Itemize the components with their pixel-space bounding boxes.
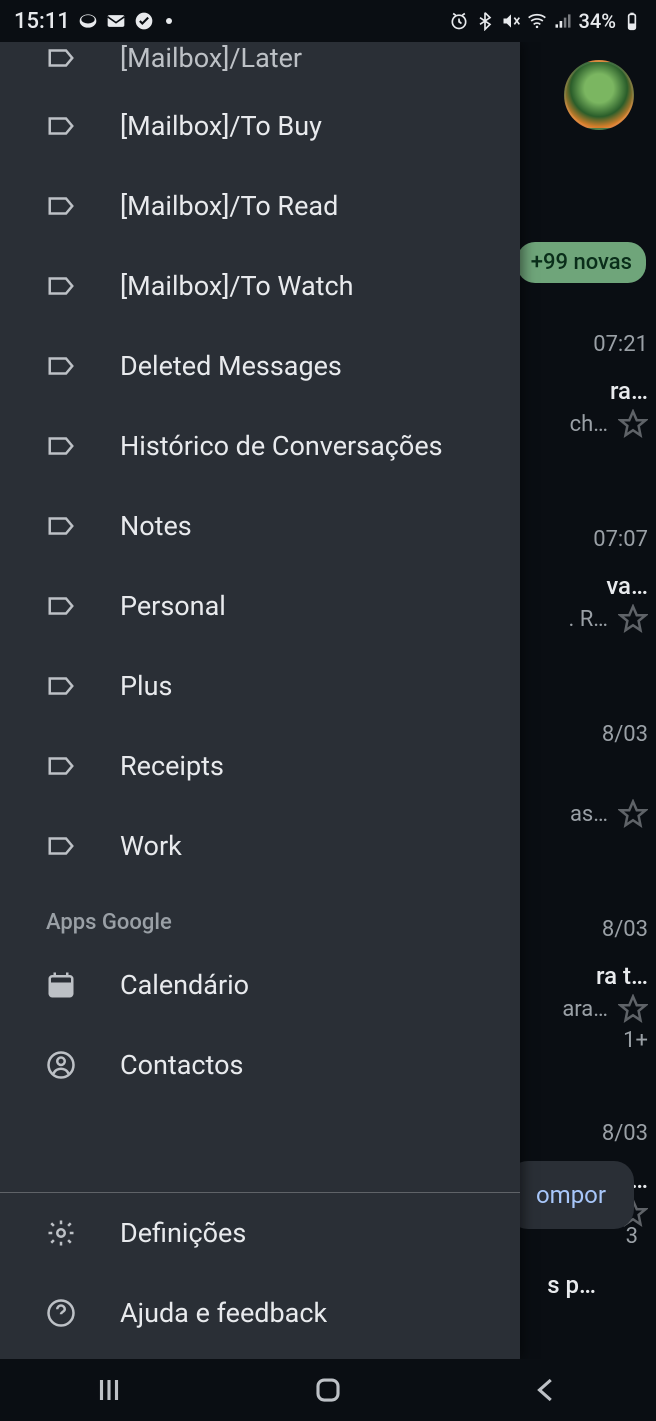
back-button[interactable] — [527, 1370, 567, 1410]
thread-count: 1+ — [623, 1028, 648, 1053]
navigation-drawer: [Mailbox]/Later [Mailbox]/To Buy [Mailbo… — [0, 42, 520, 1359]
label-text: Deleted Messages — [120, 350, 342, 382]
label-text: [Mailbox]/To Buy — [120, 110, 322, 142]
label-item-plus[interactable]: Plus — [0, 646, 520, 726]
gear-icon — [46, 1217, 78, 1249]
label-text: Personal — [120, 590, 226, 622]
label-text: Receipts — [120, 750, 224, 782]
compose-button[interactable]: ompor — [508, 1161, 634, 1229]
email-sender: ra t… — [596, 962, 648, 990]
label-item-notes[interactable]: Notes — [0, 486, 520, 566]
label-item-later[interactable]: [Mailbox]/Later — [0, 42, 520, 86]
unread-badge[interactable]: +99 novas — [517, 242, 646, 283]
label-item-to-watch[interactable]: [Mailbox]/To Watch — [0, 246, 520, 326]
label-item-personal[interactable]: Personal — [0, 566, 520, 646]
star-icon[interactable] — [618, 799, 648, 829]
settings-item[interactable]: Definições — [0, 1193, 520, 1273]
email-sender: ra… — [610, 377, 648, 405]
email-row[interactable]: 8/03 ra t… ara… 1+ — [520, 917, 648, 1053]
bluetooth-icon — [475, 11, 495, 31]
settings-label: Definições — [120, 1217, 246, 1249]
label-text: [Mailbox]/To Watch — [120, 270, 353, 302]
help-icon — [46, 1297, 78, 1329]
label-item-work[interactable]: Work — [0, 806, 520, 886]
mute-icon — [501, 11, 521, 31]
label-icon — [46, 270, 78, 302]
account-avatar[interactable] — [564, 60, 634, 130]
label-icon — [46, 590, 78, 622]
label-item-to-buy[interactable]: [Mailbox]/To Buy — [0, 86, 520, 166]
status-left: 15:11 — [14, 9, 172, 34]
app-calendar[interactable]: Calendário — [0, 945, 520, 1025]
label-icon — [46, 110, 78, 142]
email-subject: . R… — [568, 604, 648, 634]
label-item-history[interactable]: Histórico de Conversações — [0, 406, 520, 486]
label-text: Histórico de Conversações — [120, 430, 443, 462]
email-date: 8/03 — [602, 722, 648, 747]
label-text: Plus — [120, 670, 172, 702]
help-item[interactable]: Ajuda e feedback — [0, 1273, 520, 1359]
recents-button[interactable] — [89, 1370, 129, 1410]
email-date: 8/03 — [602, 1121, 648, 1146]
drawer-scroll[interactable]: [Mailbox]/Later [Mailbox]/To Buy [Mailbo… — [0, 42, 520, 1192]
email-date-fragment: 3 — [626, 1224, 638, 1249]
email-row[interactable]: 8/03 as… — [520, 722, 648, 829]
app-label: Contactos — [120, 1049, 243, 1081]
email-subject: as… — [570, 799, 648, 829]
star-icon[interactable] — [618, 994, 648, 1024]
label-item-receipts[interactable]: Receipts — [0, 726, 520, 806]
help-label: Ajuda e feedback — [120, 1297, 327, 1329]
label-item-to-read[interactable]: [Mailbox]/To Read — [0, 166, 520, 246]
clock: 15:11 — [14, 9, 70, 34]
star-icon[interactable] — [618, 409, 648, 439]
label-icon — [46, 830, 78, 862]
notif-icon-3 — [134, 11, 154, 31]
email-date: 07:07 — [593, 527, 648, 552]
signal-icon — [553, 11, 573, 31]
contacts-icon — [46, 1049, 78, 1081]
label-icon — [46, 750, 78, 782]
app-contacts[interactable]: Contactos — [0, 1025, 520, 1105]
email-date: 8/03 — [602, 917, 648, 942]
label-item-deleted[interactable]: Deleted Messages — [0, 326, 520, 406]
label-icon — [46, 670, 78, 702]
label-icon — [46, 510, 78, 542]
label-text: [Mailbox]/To Read — [120, 190, 338, 222]
email-subject: ch… — [570, 409, 648, 439]
email-row[interactable]: 07:21 ra… ch… — [520, 332, 648, 439]
label-icon — [46, 350, 78, 382]
email-subject: ara… — [562, 994, 648, 1024]
label-text: Work — [120, 830, 182, 862]
more-notif-dot — [166, 18, 172, 24]
home-button[interactable] — [308, 1370, 348, 1410]
wifi-icon — [527, 11, 547, 31]
label-icon — [46, 430, 78, 462]
notif-icon-1 — [78, 11, 98, 31]
email-sender: va… — [606, 572, 648, 600]
label-icon — [46, 42, 78, 74]
alarm-icon — [449, 11, 469, 31]
status-right: 34% — [449, 9, 642, 33]
star-icon[interactable] — [618, 604, 648, 634]
email-row[interactable]: 07:07 va… . R… — [520, 527, 648, 634]
mail-icon — [106, 11, 126, 31]
label-text: [Mailbox]/Later — [120, 42, 302, 74]
email-date: 07:21 — [593, 332, 648, 357]
battery-percent: 34% — [579, 9, 616, 33]
status-bar: 15:11 34% — [0, 0, 656, 42]
system-nav-bar — [0, 1359, 656, 1421]
email-fragment: s p… — [547, 1271, 596, 1299]
label-text: Notes — [120, 510, 192, 542]
battery-icon — [622, 11, 642, 31]
calendar-icon — [46, 969, 78, 1001]
app-label: Calendário — [120, 969, 249, 1001]
section-apps-google: Apps Google — [0, 886, 520, 945]
label-icon — [46, 190, 78, 222]
